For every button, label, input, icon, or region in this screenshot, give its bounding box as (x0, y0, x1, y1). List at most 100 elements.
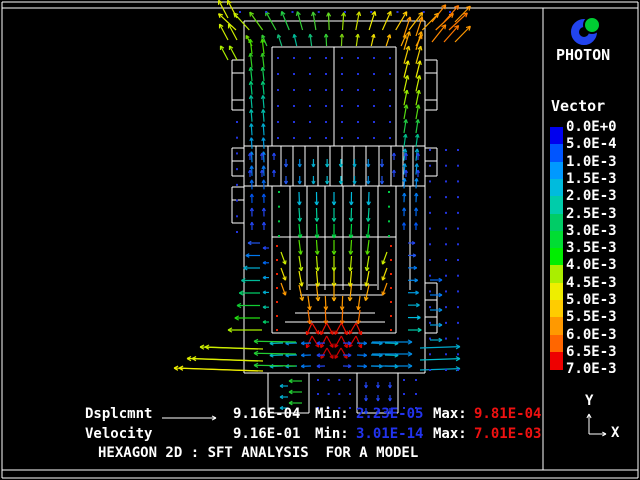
vector-dot (325, 121, 327, 123)
vector-dot (445, 275, 447, 277)
legend-tick-label: 6.5E-3 (566, 345, 617, 359)
vector-arrow (220, 24, 228, 40)
vector-dot (236, 121, 238, 123)
vector-dot (236, 200, 238, 202)
vector-dot (325, 57, 327, 59)
photon-logo (569, 12, 605, 48)
vector-dot (357, 89, 359, 91)
legend-tick-label: 5.5E-3 (566, 310, 617, 324)
vector-arrow-head (301, 267, 302, 271)
vector-dot (277, 121, 279, 123)
vector-dot (390, 301, 392, 303)
legend-tick-label: 3.0E-3 (566, 224, 617, 238)
vector-dot (445, 338, 447, 340)
vector-dot (341, 105, 343, 107)
vector-arrow (192, 359, 263, 361)
vector-dot (292, 11, 294, 13)
vector-dot (341, 89, 343, 91)
vector-arrow (220, 46, 228, 60)
vector-dot (388, 191, 390, 193)
vector-dot (445, 290, 447, 292)
vector-dot (317, 379, 319, 381)
vector-dot (276, 329, 278, 331)
vector-arrow-head (285, 291, 286, 295)
vector-dot (349, 407, 351, 409)
vector-dot (276, 287, 278, 289)
logo-green-sphere (584, 17, 600, 33)
vector-dot (309, 73, 311, 75)
vector-dot (457, 228, 459, 230)
vector-dot (457, 306, 459, 308)
vector-dot (293, 57, 295, 59)
vector-dot (236, 152, 238, 154)
vector-arrow (254, 365, 296, 366)
vector-dot (276, 273, 278, 275)
vector-dot (293, 121, 295, 123)
legend-swatch (550, 317, 563, 335)
vector-dot (236, 137, 238, 139)
vector-dot (277, 89, 279, 91)
vector-dot (429, 212, 431, 214)
vector-dot (373, 89, 375, 91)
vector-arrow-head (285, 260, 286, 264)
vector-dot (341, 57, 343, 59)
vector-dot (236, 231, 238, 233)
vector-dot (357, 105, 359, 107)
vector-dot (390, 273, 392, 275)
vector-dot (309, 137, 311, 139)
vector-dot (429, 290, 431, 292)
vector-dot (328, 393, 330, 395)
vector-dot (429, 228, 431, 230)
legend-tick-label: 6.0E-3 (566, 328, 617, 342)
vector-dot (445, 165, 447, 167)
legend-swatch (550, 179, 563, 197)
legend-swatch (550, 214, 563, 232)
vector-dot (390, 329, 392, 331)
displacement-max-label: Max: (433, 407, 467, 421)
vector-dot (293, 105, 295, 107)
vector-dot (457, 196, 459, 198)
vector-dot (277, 57, 279, 59)
vector-dot (278, 220, 280, 222)
axis-y-label: Y (585, 394, 593, 408)
photon-app-window: PHOTON Vector 0.0E+05.0E-41.0E-31.5E-32.… (0, 0, 640, 480)
vector-dot (429, 275, 431, 277)
vector-dot (429, 322, 431, 324)
legend-tick-label: 2.0E-3 (566, 189, 617, 203)
legend-tick-label: 0.0E+0 (566, 120, 617, 134)
vector-dot (325, 73, 327, 75)
brand-label: PHOTON (556, 48, 610, 63)
vector-dot (457, 180, 459, 182)
vector-dot (457, 275, 459, 277)
vector-dot (457, 165, 459, 167)
vector-dot (373, 137, 375, 139)
vector-dot (239, 11, 241, 13)
vector-dot (325, 137, 327, 139)
vector-dot (357, 57, 359, 59)
vector-arrow (420, 369, 460, 370)
legend-tick-label: 2.5E-3 (566, 207, 617, 221)
legend-tick-label: 1.5E-3 (566, 172, 617, 186)
vector-dot (293, 89, 295, 91)
vector-dot (276, 259, 278, 261)
displacement-min-value: 2.23E-05 (356, 407, 423, 421)
vector-dot (390, 287, 392, 289)
vector-dot (457, 290, 459, 292)
vector-dot (278, 206, 280, 208)
vector-arrow-head (310, 320, 311, 324)
vector-dot (403, 379, 405, 381)
vector-dot (276, 315, 278, 317)
legend-swatch (550, 231, 563, 249)
vector-arrow-head (296, 12, 297, 16)
vector-dot (309, 89, 311, 91)
legend-title: Vector (551, 99, 605, 114)
displacement-min-label: Min: (315, 407, 349, 421)
vector-dot (429, 306, 431, 308)
vector-dot (457, 369, 459, 371)
velocity-scale-value: 9.16E-01 (233, 427, 300, 441)
legend-swatch (550, 144, 563, 162)
vector-dot (373, 57, 375, 59)
vector-arrow-head (293, 34, 294, 38)
velocity-max-label: Max: (433, 427, 467, 441)
vector-arrow-head (250, 12, 251, 16)
